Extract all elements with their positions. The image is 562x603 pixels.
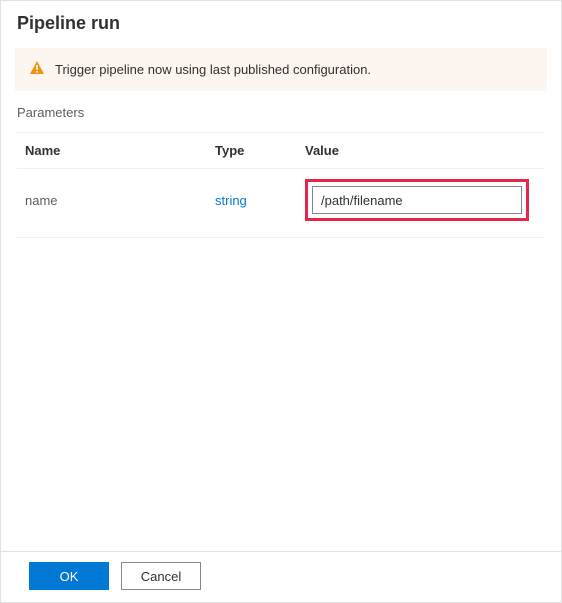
parameters-table: Name Type Value name string xyxy=(1,132,561,551)
panel-title: Pipeline run xyxy=(17,13,545,34)
table-row: name string xyxy=(17,169,545,238)
column-header-value: Value xyxy=(305,143,537,158)
panel-header: Pipeline run xyxy=(1,1,561,40)
param-value-cell xyxy=(305,179,537,221)
param-name-cell: name xyxy=(25,193,215,208)
cancel-button[interactable]: Cancel xyxy=(121,562,201,590)
trigger-alert: Trigger pipeline now using last publishe… xyxy=(15,48,547,91)
ok-button[interactable]: OK xyxy=(29,562,109,590)
parameters-section-label: Parameters xyxy=(1,105,561,120)
pipeline-run-panel: Pipeline run Trigger pipeline now using … xyxy=(0,0,562,603)
param-name-text: name xyxy=(25,193,58,208)
param-type-text: string xyxy=(215,193,247,208)
param-value-input[interactable] xyxy=(312,186,522,214)
param-type-cell: string xyxy=(215,193,305,208)
column-header-name: Name xyxy=(25,143,215,158)
alert-text: Trigger pipeline now using last publishe… xyxy=(55,62,371,77)
column-header-type: Type xyxy=(215,143,305,158)
panel-footer: OK Cancel xyxy=(1,551,561,602)
warning-icon xyxy=(29,60,45,79)
value-highlight-box xyxy=(305,179,529,221)
parameters-header-row: Name Type Value xyxy=(17,132,545,169)
